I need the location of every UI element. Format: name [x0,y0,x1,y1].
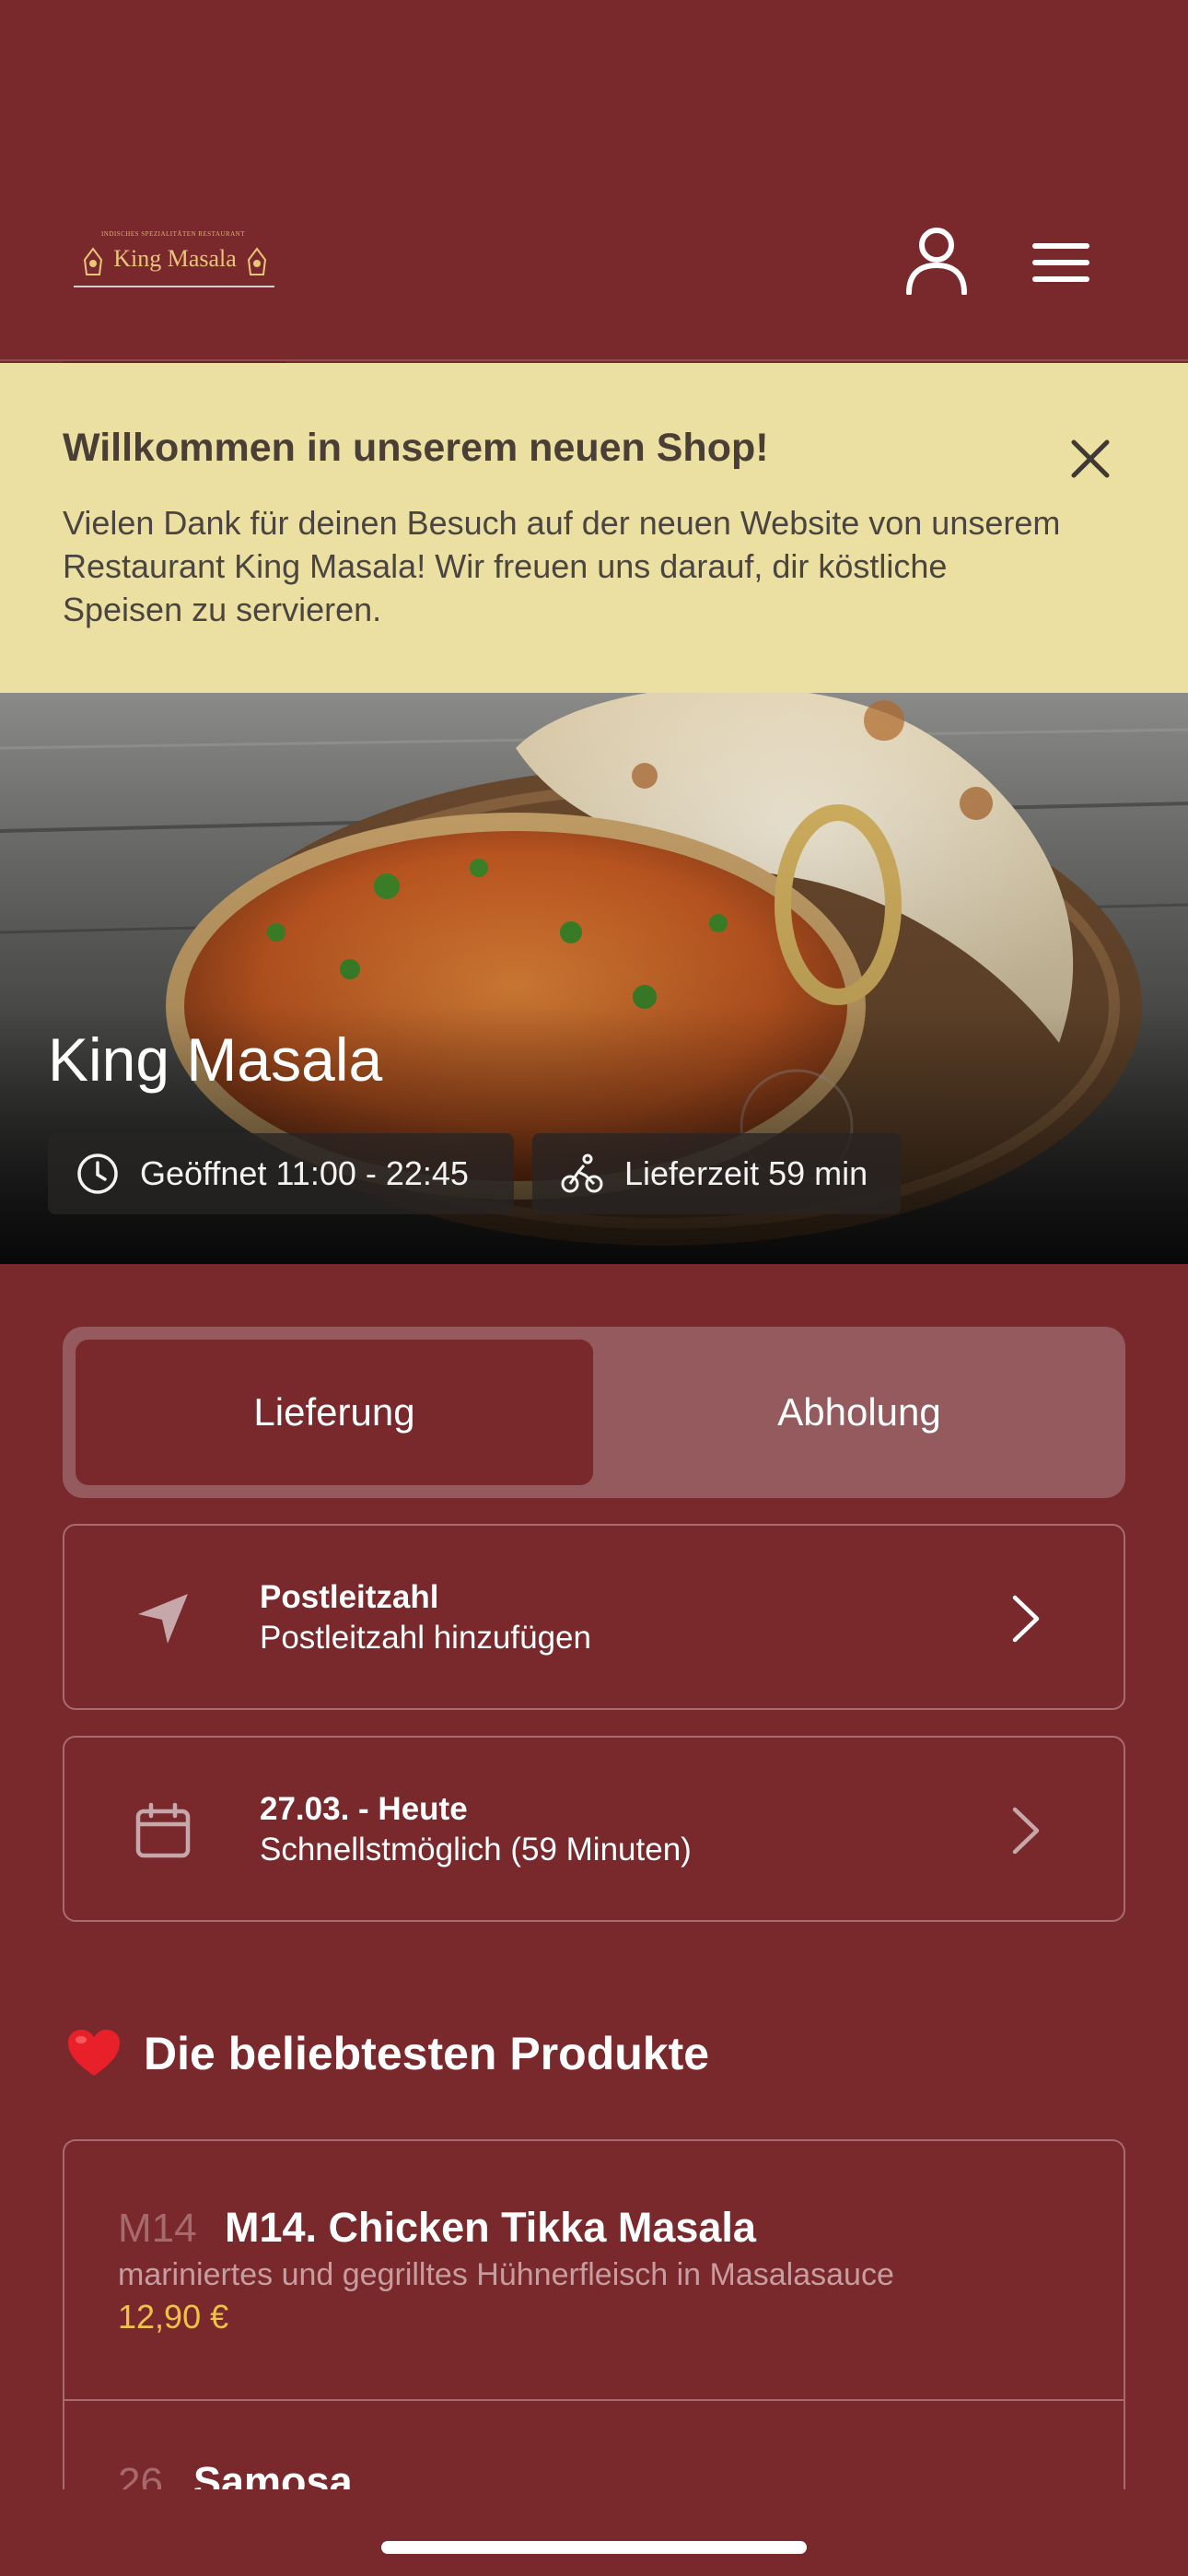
postcode-selector[interactable]: Postleitzahl Postleitzahl hinzufügen [63,1524,1125,1710]
logo-underline [74,286,274,287]
delivery-time-text: Lieferzeit 59 min [624,1154,868,1192]
banner-title: Willkommen in unserem neuen Shop! [63,426,769,470]
product-code: 26 [118,2460,163,2489]
delivery-time-chip: Lieferzeit 59 min [532,1133,901,1214]
chevron-right-icon [1012,1807,1040,1855]
user-icon[interactable] [904,227,969,295]
chevron-right-icon [1012,1595,1040,1643]
home-indicator[interactable] [381,2541,807,2554]
product-price: 12,90 € [118,2298,229,2336]
opening-hours-text: Geöffnet 11:00 - 22:45 [140,1154,469,1192]
product-description: mariniertes und gegrilltes Hühnerfleisch… [118,2257,894,2292]
app-header: INDISCHES SPEZIALITÄTEN RESTAURANT King … [0,0,1188,361]
popular-products-title: Die beliebtesten Produkte [144,2028,710,2079]
menu-icon[interactable] [1031,241,1090,284]
product-item[interactable]: M14 M14. Chicken Tikka Masala marinierte… [64,2141,1124,2401]
date-subtitle: Schnellstmöglich (59 Minuten) [260,1832,692,1868]
popular-products-list: M14 M14. Chicken Tikka Masala marinierte… [63,2139,1125,2489]
calendar-icon [135,1802,191,1858]
product-name: Samosa [193,2458,353,2489]
toggle-delivery[interactable]: Lieferung [76,1340,593,1485]
date-title: 27.03. - Heute [260,1791,468,1827]
logo-tagline: INDISCHES SPEZIALITÄTEN RESTAURANT [100,230,246,238]
product-item[interactable]: 26 Samosa [64,2401,1124,2489]
banner-text: Vielen Dank für deinen Besuch auf der ne… [63,504,1061,628]
bicycle-icon [561,1153,603,1193]
date-selector[interactable]: 27.03. - Heute Schnellstmöglich (59 Minu… [63,1736,1125,1922]
postcode-title: Postleitzahl [260,1579,439,1615]
opening-hours-chip: Geöffnet 11:00 - 22:45 [48,1133,514,1214]
logo-ornament-icon [247,247,267,275]
close-icon[interactable] [1068,437,1112,481]
welcome-banner: Willkommen in unserem neuen Shop! Vielen… [0,363,1188,693]
postcode-subtitle: Postleitzahl hinzufügen [260,1620,591,1656]
order-mode-toggle: Lieferung Abholung [63,1327,1125,1498]
location-arrow-icon [138,1594,188,1644]
toggle-pickup[interactable]: Abholung [606,1340,1112,1485]
hero-image: King Masala Geöffnet 11:00 - 22:45 Liefe… [0,693,1188,1264]
heart-icon [68,2030,120,2076]
popular-products-heading: Die beliebtesten Produkte [66,2027,709,2080]
restaurant-name: King Masala [48,1025,383,1094]
clock-icon [77,1153,118,1194]
logo[interactable]: INDISCHES SPEZIALITÄTEN RESTAURANT King … [74,230,276,293]
product-name: M14. Chicken Tikka Masala [225,2204,756,2251]
product-code: M14 [118,2206,197,2251]
